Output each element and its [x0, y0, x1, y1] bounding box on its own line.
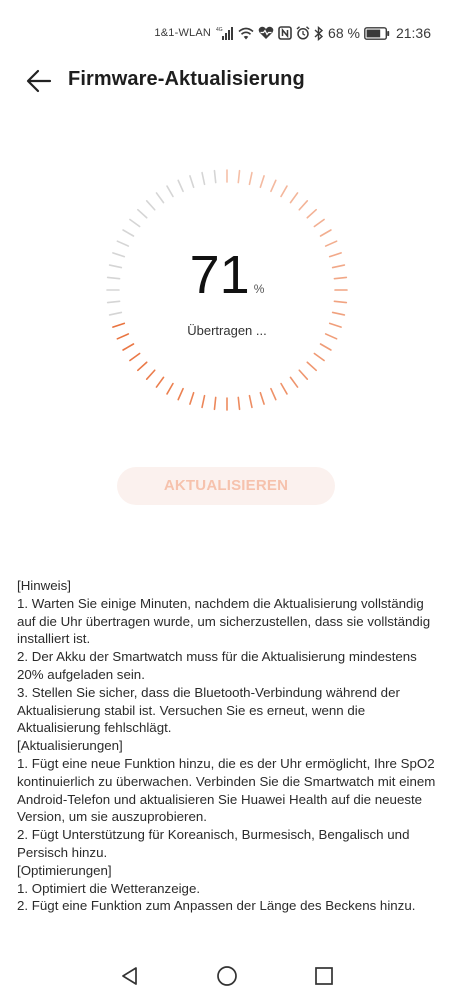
progress-tick-empty: [177, 179, 184, 193]
notes-line: [Aktualisierungen]: [17, 738, 123, 754]
progress-tick-filled: [189, 391, 195, 405]
progress-ring: 71% Übertragen ...: [102, 165, 352, 415]
progress-tick-empty: [155, 192, 165, 204]
progress-tick-filled: [313, 218, 325, 228]
progress-tick-filled: [270, 387, 277, 401]
navigation-bar: [0, 955, 455, 995]
health-heart-icon: [258, 26, 274, 40]
progress-tick-filled: [137, 361, 148, 372]
progress-tick-filled: [280, 382, 288, 395]
notes-line: 1. Fügt eine neue Funktion hinzu, die es…: [17, 755, 436, 825]
progress-tick-empty: [189, 175, 195, 189]
nav-recents-button[interactable]: [311, 963, 337, 989]
progress-tick-filled: [289, 192, 299, 204]
bluetooth-icon: [314, 25, 324, 41]
progress-tick-filled: [280, 185, 288, 198]
notes-line: 3. Stellen Sie sicher, dass die Bluetoot…: [17, 684, 400, 736]
status-icons: 1&1-WLAN 4G 68 % 21:36: [154, 24, 431, 42]
progress-tick-filled: [298, 200, 309, 211]
progress-status: Übertragen ...: [187, 323, 267, 338]
progress-tick-filled: [145, 369, 156, 380]
notes-line: 1. Optimiert die Wetteranzeige.: [17, 880, 201, 896]
progress-tick-empty: [122, 229, 135, 237]
progress-tick-empty: [137, 208, 148, 219]
progress-tick-filled: [259, 175, 265, 189]
progress-tick-filled: [306, 208, 317, 219]
progress-tick-filled: [248, 171, 253, 186]
progress-tick-filled: [122, 343, 135, 351]
alarm-icon: [296, 26, 310, 40]
progress-tick-empty: [213, 169, 217, 184]
battery-icon: [364, 26, 390, 40]
progress-tick-filled: [259, 391, 265, 405]
release-notes: [Hinweis] 1. Warten Sie einige Minuten, …: [17, 577, 441, 915]
update-button[interactable]: AKTUALISIEREN: [117, 467, 335, 505]
progress-value-display: 71%: [102, 245, 352, 319]
home-circle-icon: [217, 966, 237, 986]
progress-tick-empty: [201, 171, 206, 186]
progress-tick-filled: [289, 376, 299, 388]
nfc-icon: [278, 26, 292, 40]
progress-value: 71: [189, 245, 250, 305]
progress-tick-empty: [166, 185, 174, 198]
nav-home-button[interactable]: [214, 963, 240, 989]
progress-tick-filled: [213, 396, 217, 411]
notes-line: [Hinweis]: [17, 578, 71, 593]
notes-line: 1. Warten Sie einige Minuten, nachdem di…: [17, 595, 431, 647]
progress-tick-filled: [248, 394, 253, 409]
notes-line: 2. Fügt eine Funktion zum Anpassen der L…: [17, 898, 416, 914]
progress-tick-filled: [177, 387, 184, 401]
progress-tick-filled: [129, 352, 141, 362]
notes-line: 2. Fügt Unterstützung für Koreanisch, Bu…: [17, 827, 410, 860]
progress-tick-filled: [313, 352, 325, 362]
progress-unit: %: [253, 282, 265, 296]
notes-line: 2. Der Akku der Smartwatch muss für die …: [17, 649, 417, 682]
progress-tick-empty: [145, 200, 156, 211]
recents-square-icon: [315, 967, 333, 985]
progress-tick-filled: [237, 169, 241, 184]
progress-tick-empty: [129, 218, 141, 228]
back-triangle-icon: [122, 967, 137, 985]
progress-tick-filled: [319, 343, 332, 351]
back-button[interactable]: [22, 64, 56, 98]
progress-tick-filled: [166, 382, 174, 395]
app-bar: Firmware-Aktualisierung: [0, 58, 455, 104]
battery-percent: 68 %: [328, 25, 360, 41]
page-title: Firmware-Aktualisierung: [68, 68, 305, 90]
progress-tick-filled: [201, 394, 206, 409]
arrow-left-icon: [26, 69, 52, 93]
progress-tick-filled: [306, 361, 317, 372]
progress-tick-filled: [155, 376, 165, 388]
notes-line: [Optimierungen]: [17, 862, 112, 878]
carrier-label: 1&1-WLAN: [154, 27, 212, 39]
progress-tick-filled: [270, 179, 277, 193]
progress-tick-filled: [237, 396, 241, 411]
progress-tick-filled: [298, 369, 309, 380]
clock: 21:36: [395, 25, 431, 41]
wifi-icon: [238, 27, 254, 40]
signal-icon: 4G: [216, 26, 234, 40]
progress-tick-filled: [319, 229, 332, 237]
network-type-label: 4G: [216, 27, 223, 33]
nav-back-button[interactable]: [117, 963, 143, 989]
status-bar: 1&1-WLAN 4G 68 % 21:36: [0, 0, 455, 64]
